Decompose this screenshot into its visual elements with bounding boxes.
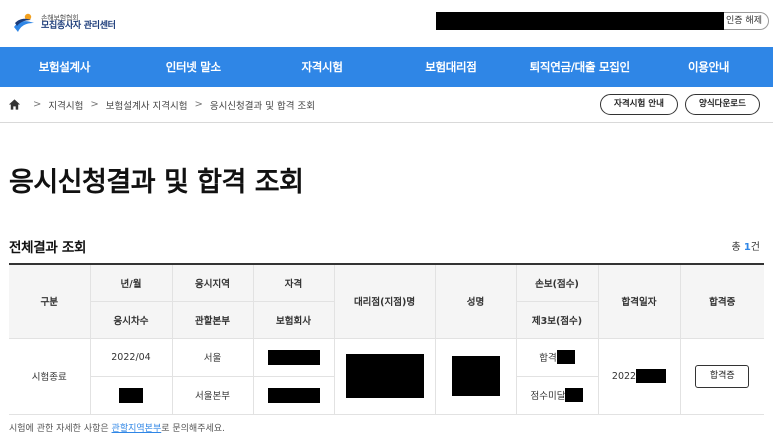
header-name: 성명 bbox=[434, 263, 517, 339]
cell-non-life-score: 합격 bbox=[515, 337, 599, 377]
breadcrumb-row: > 지격시험 > 보험설계사 지격시험 > 응시신청결과 및 합격 조회 자격시… bbox=[0, 87, 773, 123]
footnote-text-before: 시험에 관한 자세한 사항은 bbox=[9, 424, 109, 434]
result-table: 구분 년/월 응시지역 자격 대리점(지점)명 성명 손보(점수) 합격일자 합… bbox=[9, 263, 764, 415]
jurisdiction-link[interactable]: 관할지역본부 bbox=[112, 424, 162, 434]
site-logo[interactable]: 손해보험협회 모집종사자 관리센터 bbox=[12, 9, 116, 37]
page-title: 응시신청결과 및 합격 조회 bbox=[9, 167, 304, 198]
redacted-insurer bbox=[267, 387, 320, 403]
logo-title: 모집종사자 관리센터 bbox=[41, 20, 116, 31]
third-result: 점수미달 bbox=[530, 391, 566, 402]
cell-exam-region: 서울 bbox=[171, 337, 254, 377]
nav-item-exam[interactable]: 자격시험 bbox=[258, 47, 387, 87]
nav-item-internet-cancel[interactable]: 인터넷 말소 bbox=[129, 47, 258, 87]
exam-guide-button[interactable]: 자격시험 안내 bbox=[600, 94, 678, 115]
header-certificate: 합격증 bbox=[679, 263, 764, 339]
logo-mark-icon bbox=[14, 13, 34, 32]
footnote-text-after: 로 문의해주세요. bbox=[161, 424, 225, 434]
header-pass-date: 합격일자 bbox=[597, 263, 681, 339]
header-insurer: 보험회사 bbox=[252, 300, 335, 339]
header-year-month: 년/월 bbox=[89, 263, 173, 302]
redacted-user-info bbox=[436, 12, 728, 30]
non-life-result: 합격 bbox=[539, 353, 557, 364]
main-navigation: 보험설계사 인터넷 말소 자격시험 보험대리점 퇴직연금/대출 모집인 이용안내 bbox=[0, 47, 773, 87]
cell-certificate: 합격증 bbox=[679, 337, 764, 415]
redacted-exam-round bbox=[119, 387, 143, 403]
header-category: 구분 bbox=[9, 263, 91, 339]
redacted-non-life-score bbox=[556, 350, 575, 364]
header-jurisdiction: 관할본부 bbox=[171, 300, 254, 339]
redacted-third-score bbox=[565, 388, 584, 402]
home-icon[interactable] bbox=[8, 98, 21, 111]
cell-year-month: 2022/04 bbox=[89, 337, 173, 377]
cell-name bbox=[434, 337, 517, 415]
breadcrumb-item-current: 응시신청결과 및 합격 조회 bbox=[209, 100, 316, 112]
top-header: 손해보험협회 모집종사자 관리센터 인증 해제 bbox=[0, 0, 773, 47]
table-header-row: 구분 년/월 응시지역 자격 대리점(지점)명 성명 손보(점수) 합격일자 합… bbox=[9, 263, 764, 339]
breadcrumb: > 지격시험 > 보험설계사 지격시험 > 응시신청결과 및 합격 조회 bbox=[8, 87, 315, 122]
header-exam-round: 응시차수 bbox=[90, 300, 173, 339]
cell-pass-date: 2022 bbox=[597, 337, 681, 415]
cell-qualification bbox=[252, 337, 335, 377]
nav-item-pension-loan[interactable]: 퇴직연금/대출 모집인 bbox=[515, 47, 644, 87]
breadcrumb-separator: > bbox=[194, 99, 203, 110]
header-third-score: 제3보(점수) bbox=[515, 300, 598, 339]
certificate-button[interactable]: 합격증 bbox=[695, 364, 750, 388]
redacted-name bbox=[451, 356, 500, 396]
section-title: 전체결과 조회 bbox=[9, 240, 87, 256]
header-non-life-score: 손보(점수) bbox=[515, 263, 599, 302]
nav-item-usage-guide[interactable]: 이용안내 bbox=[644, 47, 773, 87]
breadcrumb-item-agent-exam[interactable]: 보험설계사 지격시험 bbox=[106, 98, 188, 112]
cell-agency-name bbox=[333, 337, 436, 415]
redacted-qualification bbox=[267, 349, 320, 365]
table-row: 시험종료 2022/04 서울 합격 2022 합격증 bbox=[9, 337, 764, 415]
total-number: 1 bbox=[743, 242, 751, 253]
breadcrumb-item-exam[interactable]: 지격시험 bbox=[48, 98, 83, 112]
nav-item-agent[interactable]: 보험설계사 bbox=[0, 47, 129, 87]
breadcrumb-separator: > bbox=[90, 99, 99, 110]
nav-item-agency[interactable]: 보험대리점 bbox=[386, 47, 515, 87]
breadcrumb-separator: > bbox=[33, 99, 42, 110]
total-prefix: 총 bbox=[731, 242, 741, 253]
auth-release-button[interactable]: 인증 해제 bbox=[724, 12, 769, 30]
redacted-pass-date bbox=[636, 369, 667, 383]
header-exam-region: 응시지역 bbox=[171, 263, 254, 302]
redacted-agency-name bbox=[345, 354, 424, 398]
total-suffix: 건 bbox=[750, 242, 760, 253]
cell-exam-round bbox=[90, 375, 173, 415]
cell-insurer bbox=[252, 375, 335, 415]
cell-jurisdiction: 서울본부 bbox=[171, 375, 254, 415]
footnote: 시험에 관한 자세한 사항은 관할지역본부로 문의해주세요. bbox=[9, 421, 225, 434]
cell-third-score: 점수미달 bbox=[515, 375, 598, 415]
form-download-button[interactable]: 양식다운로드 bbox=[685, 94, 760, 115]
cell-category: 시험종료 bbox=[9, 337, 91, 415]
total-count: 총 1건 bbox=[731, 238, 760, 253]
header-qualification: 자격 bbox=[252, 263, 335, 302]
logo-text: 손해보험협회 모집종사자 관리센터 bbox=[41, 14, 116, 32]
header-agency-name: 대리점(지점)명 bbox=[333, 263, 436, 339]
pass-date-prefix: 2022 bbox=[611, 370, 637, 382]
